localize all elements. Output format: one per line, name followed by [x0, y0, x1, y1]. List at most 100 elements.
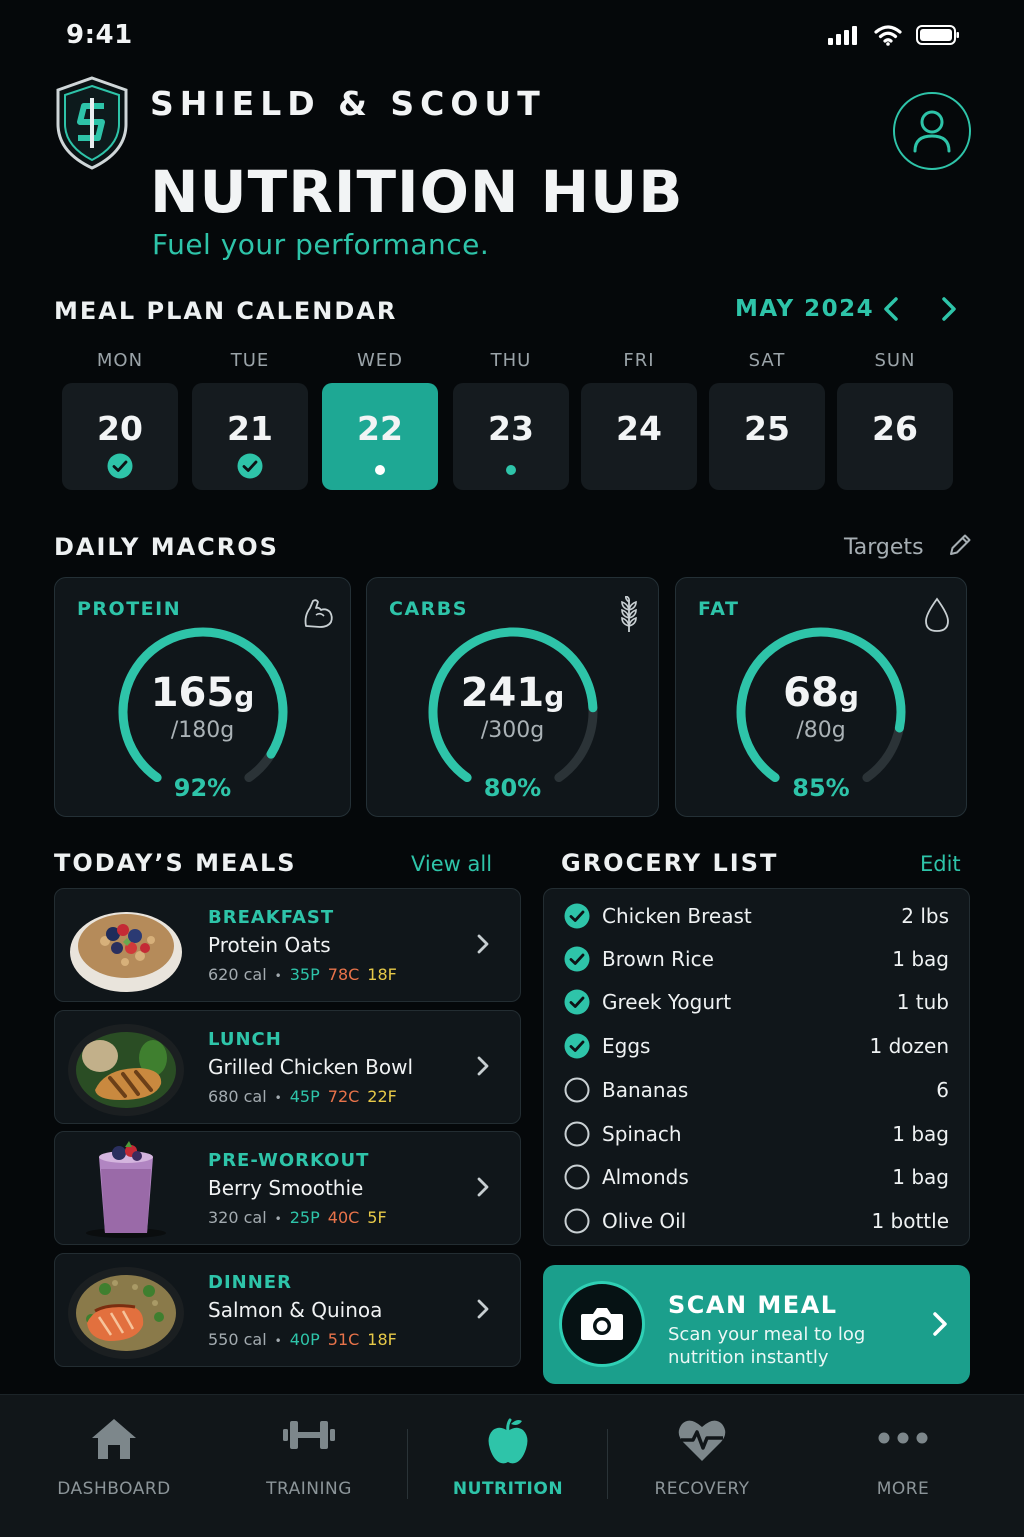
meal-photo	[65, 1261, 187, 1361]
macro-card-fat[interactable]: FAT 68g/80g 85%	[675, 577, 967, 817]
unchecked-circle-icon[interactable]	[564, 1164, 590, 1190]
targets-link[interactable]: Targets	[844, 532, 973, 560]
meal-stat-f: 22F	[367, 1087, 397, 1106]
day-label-thu: THU	[490, 350, 532, 371]
meal-card-dinner[interactable]: DINNER Salmon & Quinoa 550 cal • 40P 51C 18F	[54, 1253, 521, 1367]
meal-card-lunch[interactable]: LUNCH Grilled Chicken Bowl 680 cal • 45P 72C 2…	[54, 1010, 521, 1124]
grocery-item-quantity: 2 lbs	[901, 904, 949, 928]
dumbbell-icon	[281, 1417, 337, 1457]
day-number: 25	[744, 409, 790, 448]
grocery-item-name: Eggs	[602, 1034, 651, 1058]
day-label-fri: FRI	[623, 350, 655, 371]
macro-card-carbs[interactable]: CARBS 241g/300g 80%	[366, 577, 659, 817]
grocery-item[interactable]: Almonds 1 bag	[564, 1162, 949, 1192]
meal-photo	[65, 896, 187, 996]
nav-more[interactable]: MORE	[803, 1395, 1003, 1537]
chevron-right-icon	[933, 1312, 947, 1336]
nav-nutrition[interactable]: NUTRITION	[408, 1395, 608, 1537]
grocery-edit-link[interactable]: Edit	[920, 852, 961, 876]
meal-card-breakfast[interactable]: BREAKFAST Protein Oats 620 cal • 35P 78C 18F	[54, 888, 521, 1002]
day-number: 24	[616, 409, 662, 448]
day-card-22[interactable]: 22	[322, 383, 438, 490]
chevron-right-icon	[476, 1055, 490, 1081]
macro-amount: 241	[460, 670, 545, 716]
view-all-meals-link[interactable]: View all	[411, 852, 492, 876]
heartbeat-icon	[677, 1417, 727, 1467]
camera-icon	[581, 1308, 623, 1340]
day-number: 21	[227, 409, 273, 448]
checked-circle-icon[interactable]	[564, 989, 590, 1015]
day-card-21[interactable]: 21	[192, 383, 308, 490]
macro-label: CARBS	[389, 598, 468, 620]
grocery-item[interactable]: Olive Oil 1 bottle	[564, 1206, 949, 1236]
battery-icon	[916, 25, 959, 45]
meal-stat-p: 25P	[289, 1208, 320, 1227]
user-icon	[913, 110, 951, 153]
meal-stat-c: 40C	[327, 1208, 360, 1227]
meal-stat-cal: 680 cal	[208, 1087, 267, 1106]
stat-separator: •	[274, 969, 282, 983]
macro-unit: g	[544, 680, 565, 713]
meal-stat-c: 72C	[327, 1087, 360, 1106]
meal-stat-p: 35P	[289, 965, 320, 984]
macro-target: /300g	[480, 718, 545, 743]
meal-stats: 550 cal • 40P 51C 18F	[208, 1330, 405, 1349]
unchecked-circle-icon[interactable]	[564, 1208, 590, 1234]
macro-percent: 80%	[483, 774, 542, 802]
profile-button[interactable]	[893, 92, 971, 170]
unchecked-circle-icon[interactable]	[564, 1077, 590, 1103]
meal-stat-c: 78C	[327, 965, 360, 984]
meal-stat-f: 5F	[367, 1208, 387, 1227]
stat-separator: •	[274, 1091, 282, 1105]
nav-label: RECOVERY	[654, 1479, 750, 1499]
next-month-button[interactable]	[934, 294, 964, 324]
nav-training[interactable]: TRAINING	[209, 1395, 409, 1537]
meal-name: Salmon & Quinoa	[208, 1298, 383, 1322]
macro-card-protein[interactable]: PROTEIN 165g/180g 92%	[54, 577, 351, 817]
grocery-item-name: Spinach	[602, 1122, 682, 1146]
checked-circle-icon[interactable]	[564, 903, 590, 929]
apple-icon	[486, 1417, 530, 1469]
nav-label: NUTRITION	[452, 1479, 564, 1499]
grocery-item[interactable]: Eggs 1 dozen	[564, 1031, 949, 1061]
macros-title: DAILY MACROS	[54, 533, 279, 561]
grocery-item[interactable]: Bananas 6	[564, 1075, 949, 1105]
meal-stats: 680 cal • 45P 72C 22F	[208, 1087, 405, 1106]
prev-month-button[interactable]	[876, 294, 906, 324]
day-card-24[interactable]: 24	[581, 383, 697, 490]
day-card-25[interactable]: 25	[709, 383, 825, 490]
meal-card-pre-workout[interactable]: PRE-WORKOUT Berry Smoothie 320 cal • 25P 40C 5…	[54, 1131, 521, 1245]
unchecked-circle-icon[interactable]	[564, 1121, 590, 1147]
grocery-item[interactable]: Brown Rice 1 bag	[564, 944, 949, 974]
checked-circle-icon[interactable]	[564, 1033, 590, 1059]
grocery-item[interactable]: Spinach 1 bag	[564, 1119, 949, 1149]
nav-recovery[interactable]: RECOVERY	[602, 1395, 802, 1537]
day-label-mon: MON	[96, 350, 144, 371]
chevron-right-icon	[476, 1176, 490, 1202]
meal-type: BREAKFAST	[208, 907, 335, 928]
meal-type: DINNER	[208, 1272, 292, 1293]
meal-stat-f: 18F	[367, 965, 397, 984]
nav-label: MORE	[876, 1479, 930, 1499]
macro-amount: 165	[150, 670, 235, 716]
check-circle-icon	[107, 453, 133, 483]
grocery-item-name: Greek Yogurt	[602, 990, 732, 1014]
scan-meal-button[interactable]: SCAN MEAL Scan your meal to log nutritio…	[543, 1265, 970, 1384]
meal-stat-p: 45P	[289, 1087, 320, 1106]
grocery-item[interactable]: Greek Yogurt 1 tub	[564, 987, 949, 1017]
checked-circle-icon[interactable]	[564, 946, 590, 972]
nav-dashboard[interactable]: DASHBOARD	[14, 1395, 214, 1537]
day-card-26[interactable]: 26	[837, 383, 953, 490]
pencil-icon	[949, 534, 971, 555]
day-card-20[interactable]: 20	[62, 383, 178, 490]
scan-camera-badge	[559, 1281, 645, 1367]
day-number: 22	[357, 409, 403, 448]
grocery-item-name: Olive Oil	[602, 1209, 687, 1233]
day-card-23[interactable]: 23	[453, 383, 569, 490]
macro-label: PROTEIN	[77, 598, 182, 620]
status-time: 9:41	[66, 20, 133, 50]
grocery-item[interactable]: Chicken Breast 2 lbs	[564, 901, 949, 931]
grocery-list: Chicken Breast 2 lbs Brown Rice 1 bag Greek …	[543, 888, 970, 1246]
meal-stat-p: 40P	[289, 1330, 320, 1349]
wifi-icon	[874, 25, 902, 46]
